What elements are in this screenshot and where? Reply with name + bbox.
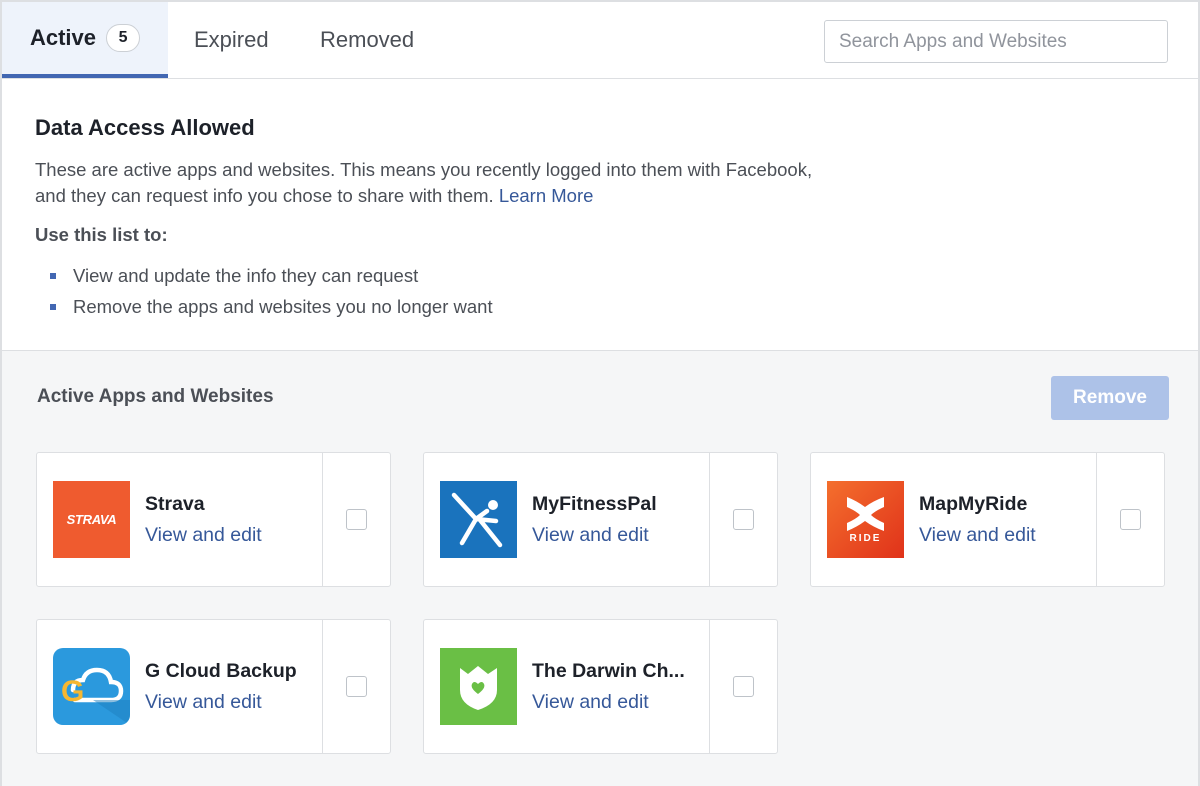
app-checkbox[interactable]	[733, 509, 754, 530]
gcloud-logo-letter: G	[61, 675, 85, 708]
view-and-edit-link[interactable]: View and edit	[145, 524, 262, 547]
info-description: These are active apps and websites. This…	[35, 157, 815, 209]
card-divider	[322, 620, 323, 753]
card-divider	[709, 453, 710, 586]
apps-section-title: Active Apps and Websites	[37, 386, 274, 407]
card-divider	[322, 453, 323, 586]
tab-removed[interactable]: Removed	[320, 2, 414, 78]
use-list: View and update the info they can reques…	[50, 260, 493, 322]
search-input[interactable]	[824, 20, 1168, 63]
app-name: Strava	[145, 493, 205, 515]
app-card-myfitnesspal: MyFitnessPal View and edit	[423, 452, 778, 587]
view-and-edit-link[interactable]: View and edit	[919, 524, 1036, 547]
card-divider	[709, 620, 710, 753]
view-and-edit-link[interactable]: View and edit	[532, 524, 649, 547]
app-name: MyFitnessPal	[532, 493, 657, 515]
tab-removed-label: Removed	[320, 27, 415, 52]
app-settings-panel: Active 5 Expired Removed Data Access All…	[0, 0, 1200, 786]
app-checkbox[interactable]	[346, 676, 367, 697]
app-name: The Darwin Ch...	[532, 660, 685, 682]
view-and-edit-link[interactable]: View and edit	[532, 691, 649, 714]
use-list-title: Use this list to:	[35, 224, 168, 245]
card-divider	[1096, 453, 1097, 586]
mapmyride-logo-icon: RIDE	[827, 481, 904, 558]
app-name: G Cloud Backup	[145, 660, 297, 682]
strava-logo-icon: STRAVA	[53, 481, 130, 558]
app-checkbox[interactable]	[1120, 509, 1141, 530]
view-and-edit-link[interactable]: View and edit	[145, 691, 262, 714]
app-name: MapMyRide	[919, 493, 1028, 515]
description-text: These are active apps and websites. This…	[35, 159, 813, 206]
app-card-strava: STRAVA Strava View and edit	[36, 452, 391, 587]
ride-logo-text: RIDE	[849, 533, 882, 544]
remove-button[interactable]: Remove	[1051, 376, 1169, 420]
list-item: Remove the apps and websites you no long…	[50, 291, 493, 322]
app-card-g-cloud-backup: G G Cloud Backup View and edit	[36, 619, 391, 754]
gcloud-logo-icon: G	[53, 648, 130, 725]
active-count-badge: 5	[106, 24, 141, 52]
section-title: Data Access Allowed	[35, 115, 255, 140]
info-section: Data Access Allowed These are active app…	[2, 79, 1198, 350]
app-checkbox[interactable]	[733, 676, 754, 697]
tab-expired[interactable]: Expired	[194, 2, 269, 78]
tab-expired-label: Expired	[194, 27, 269, 52]
active-apps-section: Active Apps and Websites Remove STRAVA S…	[2, 350, 1198, 786]
tab-active[interactable]: Active 5	[2, 2, 168, 78]
learn-more-link[interactable]: Learn More	[499, 185, 594, 206]
app-card-the-darwin: The Darwin Ch... View and edit	[423, 619, 778, 754]
app-card-mapmyride: RIDE MapMyRide View and edit	[810, 452, 1165, 587]
app-checkbox[interactable]	[346, 509, 367, 530]
darwin-logo-icon	[440, 648, 517, 725]
tab-bar: Active 5 Expired Removed	[2, 2, 1198, 79]
list-item: View and update the info they can reques…	[50, 260, 493, 291]
tab-active-label: Active	[29, 25, 97, 50]
myfitnesspal-logo-icon	[440, 481, 517, 558]
